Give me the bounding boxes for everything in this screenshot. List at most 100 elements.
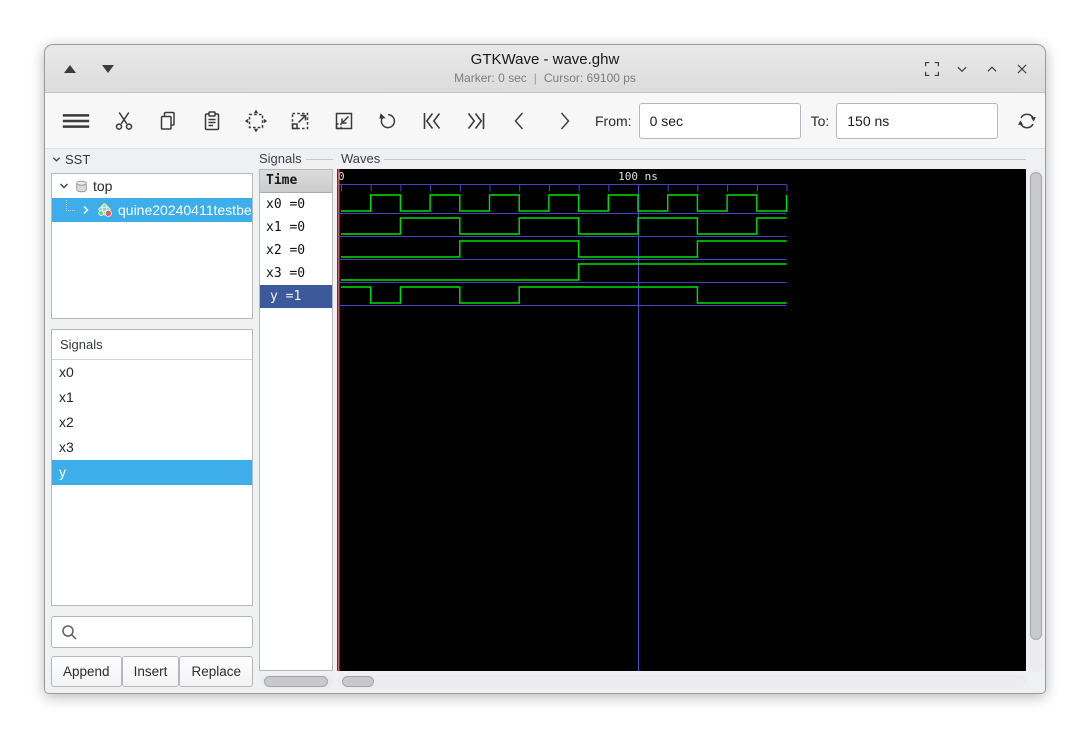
- scrollbar-thumb[interactable]: [264, 676, 328, 687]
- chevron-down-icon: [957, 66, 967, 73]
- zoom-in-button[interactable]: [285, 105, 315, 137]
- titlebar-window-buttons: [921, 45, 1033, 93]
- toolbar: From: To:: [45, 93, 1045, 149]
- tree-guide-line: [66, 199, 75, 211]
- signal-list-item[interactable]: x1: [52, 385, 252, 410]
- to-label: To:: [810, 112, 830, 129]
- values-frame-label: Signals: [259, 151, 333, 166]
- waves-vertical-scrollbar[interactable]: [1029, 169, 1043, 671]
- skip-to-start-icon: [423, 112, 441, 129]
- titlebar-left-controls: [59, 45, 119, 93]
- sst-tree: top quine20240411testbenc: [51, 173, 253, 319]
- desktop-background: GTKWave - wave.ghw Marker: 0 sec | Cursor:…: [0, 0, 1090, 738]
- waves-horizontal-scrollbar[interactable]: [337, 675, 1026, 688]
- signal-list-item-selected[interactable]: y: [52, 460, 252, 485]
- scrollbar-thumb[interactable]: [342, 676, 374, 687]
- cursor-status: Cursor: 69100 ps: [543, 71, 636, 85]
- marker-status: Marker: 0 sec: [454, 71, 527, 85]
- chevron-right-icon: [560, 112, 570, 129]
- go-to-start-button[interactable]: [417, 105, 447, 137]
- replace-button[interactable]: Replace: [179, 656, 253, 687]
- sst-section-header[interactable]: SST: [51, 151, 253, 167]
- tree-item-label: quine20240411testbenc: [118, 202, 253, 218]
- waves-panel-title: Waves: [341, 151, 381, 166]
- search-input[interactable]: [79, 617, 255, 647]
- close-icon: [1017, 64, 1027, 74]
- signal-list-item[interactable]: x0: [52, 360, 252, 385]
- copy-icon: [160, 111, 175, 130]
- signal-list-item[interactable]: x3: [52, 435, 252, 460]
- value-row[interactable]: x2 =0: [260, 239, 332, 262]
- chevron-left-icon: [514, 112, 524, 129]
- value-row[interactable]: x0 =0: [260, 193, 332, 216]
- cut-button[interactable]: [109, 105, 139, 137]
- shift-right-button[interactable]: [549, 105, 579, 137]
- tree-item-top[interactable]: top: [52, 174, 252, 198]
- expander-down-icon: [60, 183, 68, 189]
- tree-item-testbench[interactable]: quine20240411testbenc: [52, 198, 252, 222]
- zoom-out-icon: [335, 112, 353, 129]
- append-button[interactable]: Append: [51, 656, 122, 687]
- maximize-button[interactable]: [981, 58, 1003, 80]
- reload-button[interactable]: [1012, 105, 1042, 137]
- copy-button[interactable]: [153, 105, 183, 137]
- wave-canvas[interactable]: 0 100 ns: [337, 169, 1026, 671]
- waves-frame-label: Waves: [341, 151, 1026, 166]
- chevron-up-icon: [987, 66, 997, 72]
- undo-zoom-button[interactable]: [373, 105, 403, 137]
- close-button[interactable]: [1011, 58, 1033, 80]
- sst-label: SST: [65, 151, 91, 167]
- paste-button[interactable]: [197, 105, 227, 137]
- reload-icon: [1018, 113, 1037, 128]
- shade-up-button[interactable]: [59, 58, 81, 80]
- value-row[interactable]: x3 =0: [260, 262, 332, 285]
- gtkwave-window: GTKWave - wave.ghw Marker: 0 sec | Cursor:…: [44, 44, 1046, 694]
- window-subtitle: Marker: 0 sec | Cursor: 69100 ps: [245, 70, 845, 86]
- zoom-fit-button[interactable]: [241, 105, 271, 137]
- picker-buttons: Append Insert Replace: [51, 656, 253, 687]
- frame-line: [384, 158, 1026, 160]
- menu-button[interactable]: [57, 105, 95, 137]
- fullscreen-button[interactable]: [921, 58, 943, 80]
- titlebar-text: GTKWave - wave.ghw Marker: 0 sec | Cursor:…: [245, 50, 845, 86]
- signal-picker: Signals x0 x1 x2 x3 y: [51, 329, 253, 606]
- titlebar[interactable]: GTKWave - wave.ghw Marker: 0 sec | Cursor:…: [45, 45, 1045, 93]
- signal-list-item[interactable]: x2: [52, 410, 252, 435]
- frame-line: [305, 158, 333, 160]
- expander-down-icon: [52, 156, 61, 162]
- signal-values-panel: Time x0 =0 x1 =0 x2 =0 x3 =0 y =1: [259, 169, 333, 671]
- triangle-down-icon: [102, 65, 114, 73]
- insert-button[interactable]: Insert: [121, 656, 180, 687]
- search-icon: [62, 625, 77, 640]
- time-header[interactable]: Time: [260, 170, 332, 193]
- zoom-fit-icon: [244, 109, 268, 132]
- module-globe-icon: [98, 203, 112, 217]
- zoom-out-button[interactable]: [329, 105, 359, 137]
- clipboard-icon: [204, 110, 220, 130]
- from-input[interactable]: [638, 102, 801, 139]
- undo-icon: [379, 112, 396, 128]
- expander-right-icon: [83, 206, 89, 214]
- to-input[interactable]: [836, 102, 999, 139]
- scissors-icon: [115, 111, 133, 130]
- from-label: From:: [595, 112, 632, 129]
- go-to-end-button[interactable]: [461, 105, 491, 137]
- main-area: SST top quine20240411testbenc Signals x0…: [45, 149, 1045, 693]
- shade-down-button[interactable]: [97, 58, 119, 80]
- menu-icon: [62, 113, 90, 128]
- values-panel-title: Signals: [259, 151, 302, 166]
- triangle-up-icon: [64, 65, 76, 73]
- subtitle-separator: |: [533, 71, 537, 85]
- values-horizontal-scrollbar[interactable]: [261, 675, 333, 688]
- zoom-in-icon: [291, 112, 309, 129]
- shift-left-button[interactable]: [505, 105, 535, 137]
- value-row[interactable]: x1 =0: [260, 216, 332, 239]
- svg-text:100 ns: 100 ns: [618, 170, 658, 183]
- minimize-button[interactable]: [951, 58, 973, 80]
- database-icon: [76, 180, 87, 192]
- window-title: GTKWave - wave.ghw: [470, 51, 620, 68]
- tree-item-label: top: [93, 178, 113, 194]
- value-row-selected[interactable]: y =1: [260, 285, 332, 308]
- scrollbar-thumb[interactable]: [1030, 172, 1042, 640]
- skip-to-end-icon: [467, 112, 485, 129]
